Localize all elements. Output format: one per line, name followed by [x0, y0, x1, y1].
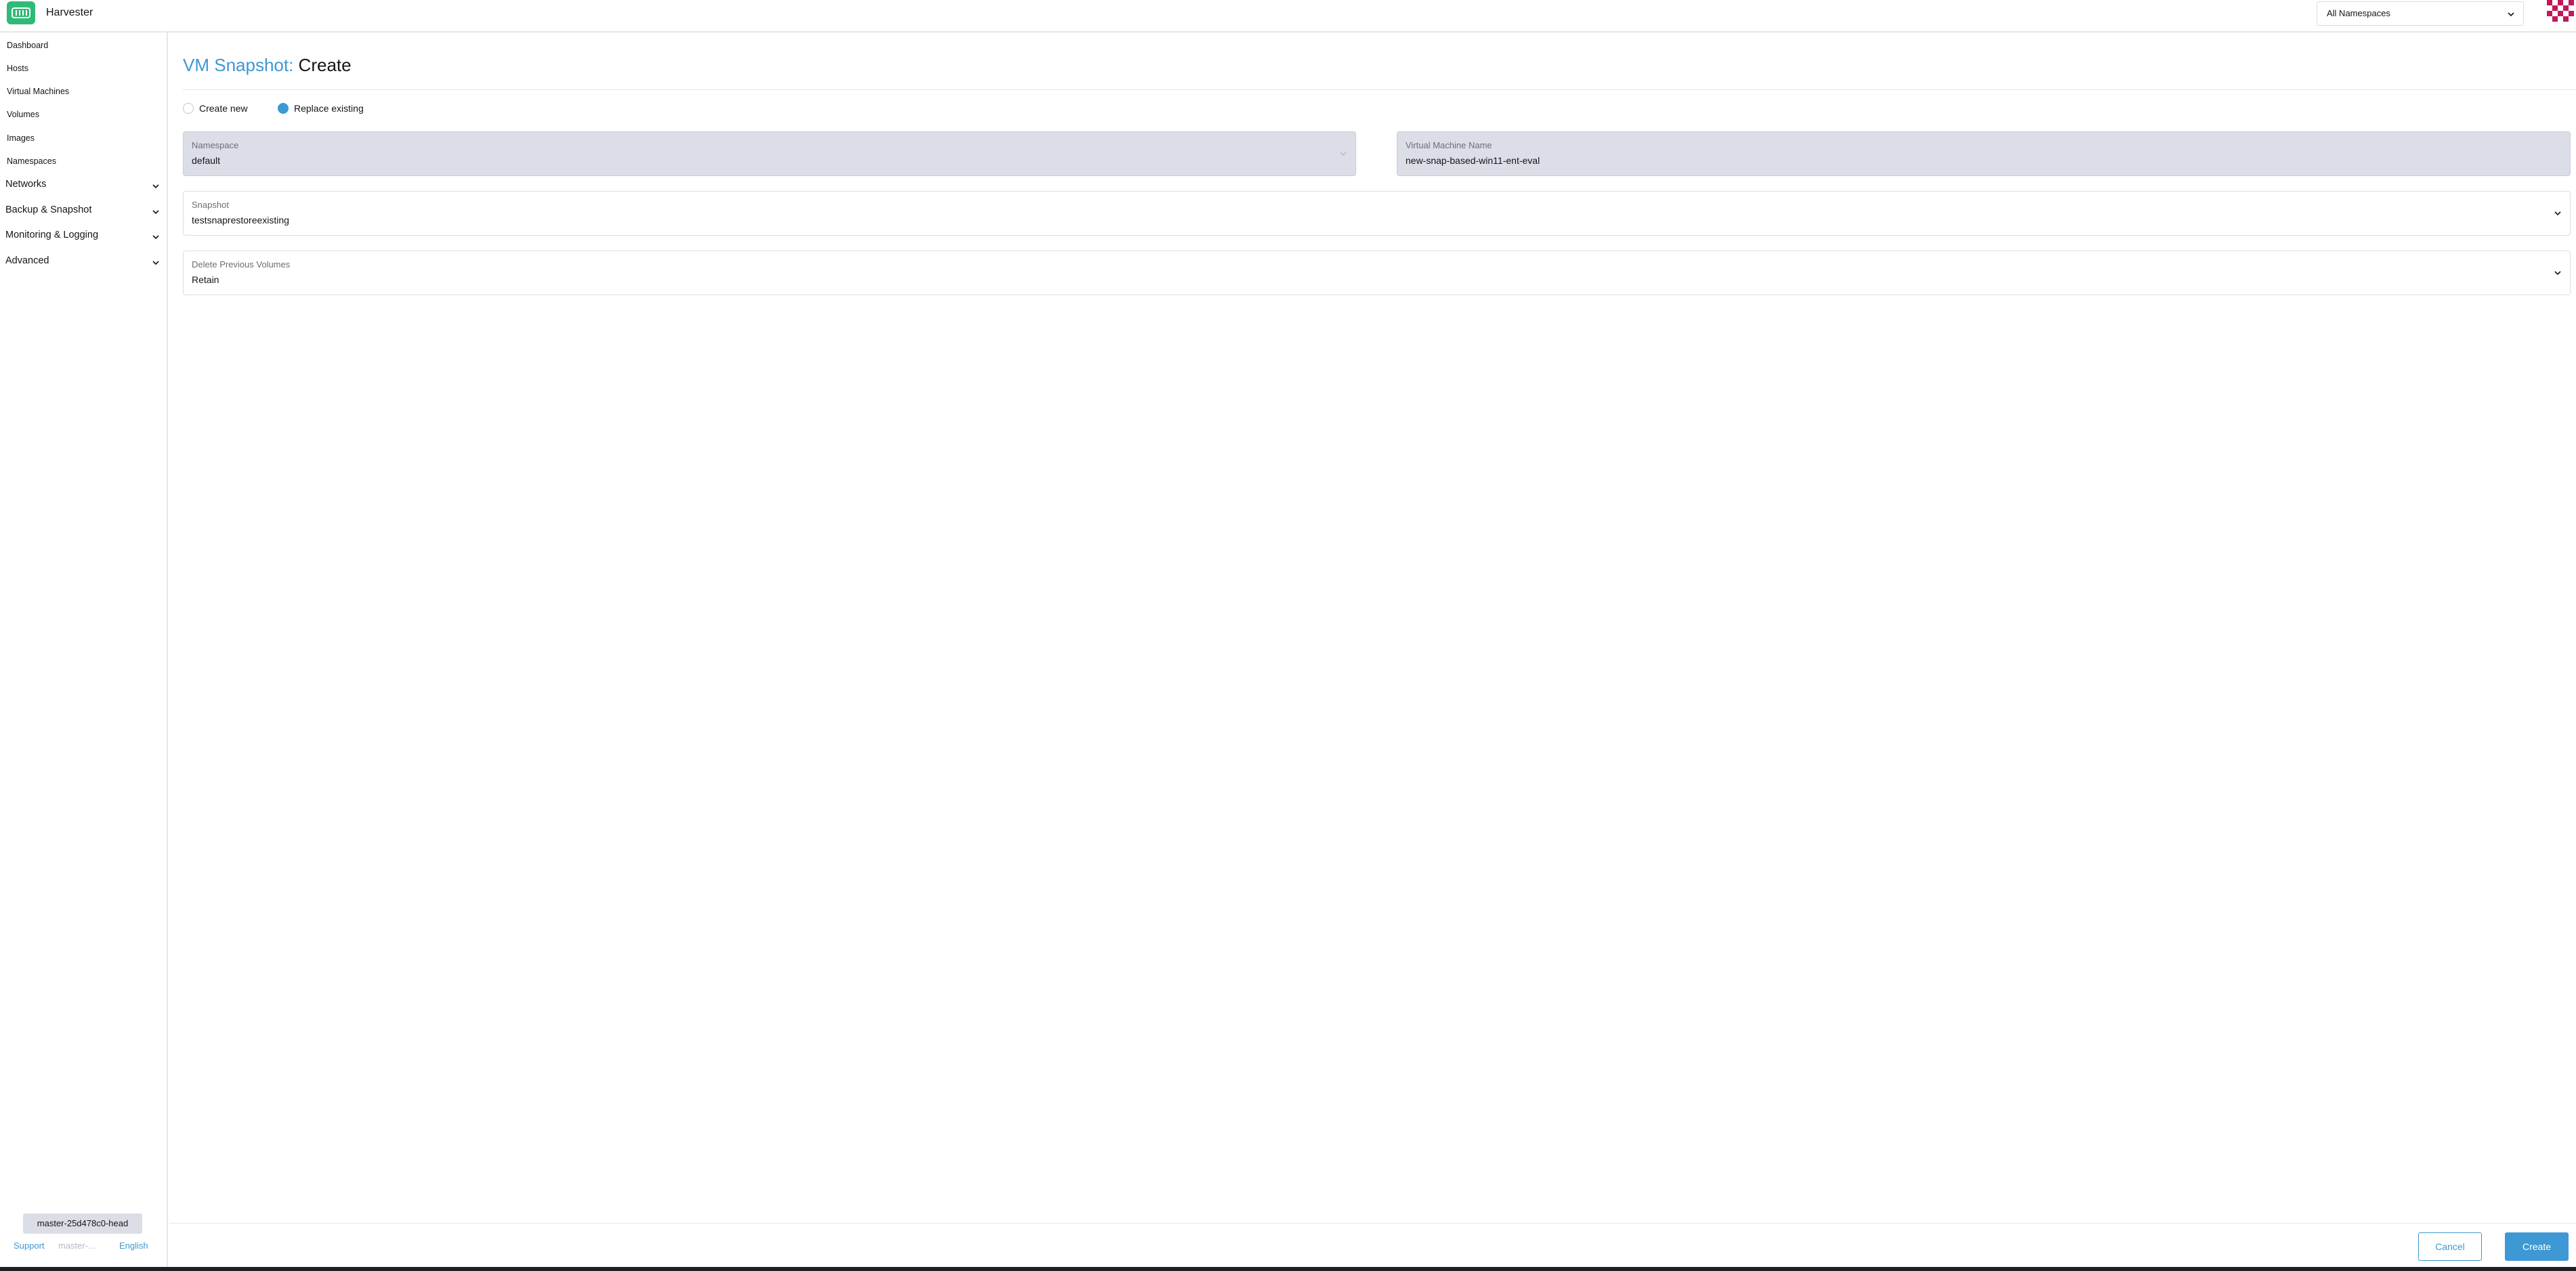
app-title: Harvester — [46, 7, 93, 18]
sidebar-group-label: Networks — [5, 179, 47, 190]
sidebar-item-dashboard[interactable]: Dashboard — [7, 41, 48, 50]
vm-name-field: Virtual Machine Name new-snap-based-win1… — [1397, 131, 2571, 176]
radio-create-new[interactable]: Create new — [183, 102, 248, 115]
delete-previous-volumes-label: Delete Previous Volumes — [192, 259, 291, 270]
namespace-selector-label: All Namespaces — [2327, 8, 2390, 18]
radio-button-selected-icon — [278, 103, 289, 114]
top-header: Harvester All Namespaces — [0, 0, 2576, 33]
page-title: VM Snapshot: Create — [183, 55, 352, 76]
sidebar-item-hosts[interactable]: Hosts — [7, 64, 28, 73]
snapshot-select-label: Snapshot — [192, 200, 229, 210]
version-tag: master-25d478c0-head — [23, 1213, 142, 1234]
sidebar-group-networks[interactable]: Networks — [5, 179, 163, 194]
radio-replace-existing[interactable]: Replace existing — [278, 102, 364, 115]
sidebar-group-backup-snapshot[interactable]: Backup & Snapshot — [5, 204, 163, 219]
chevron-down-icon — [152, 184, 159, 189]
language-link[interactable]: English — [119, 1241, 148, 1251]
cancel-button[interactable]: Cancel — [2418, 1232, 2482, 1261]
radio-create-new-label: Create new — [199, 103, 248, 114]
user-avatar[interactable] — [2544, 0, 2574, 24]
sidebar-item-volumes[interactable]: Volumes — [7, 110, 39, 119]
delete-previous-volumes-select[interactable]: Delete Previous Volumes Retain — [183, 251, 2571, 295]
chevron-down-icon — [2554, 211, 2561, 216]
sidebar-item-virtual-machines[interactable]: Virtual Machines — [7, 87, 69, 96]
sidebar-group-monitoring-logging[interactable]: Monitoring & Logging — [5, 230, 163, 244]
sidebar-group-advanced[interactable]: Advanced — [5, 255, 163, 270]
namespace-field: Namespace default — [183, 131, 1356, 176]
namespace-field-value: default — [192, 155, 221, 166]
harvester-logo-icon — [12, 7, 30, 18]
vm-name-field-label: Virtual Machine Name — [1406, 140, 1492, 150]
footer-divider — [169, 1223, 2576, 1224]
version-short: master-... — [58, 1241, 96, 1251]
radio-replace-existing-label: Replace existing — [294, 103, 364, 114]
chevron-down-icon — [1340, 152, 1347, 156]
harvester-logo[interactable] — [7, 1, 35, 24]
sidebar-item-images[interactable]: Images — [7, 133, 35, 143]
create-button[interactable]: Create — [2505, 1232, 2569, 1261]
snapshot-select-value: testsnaprestoreexisting — [192, 215, 289, 225]
namespace-selector[interactable]: All Namespaces — [2317, 1, 2524, 26]
breadcrumb-vm-snapshot[interactable]: VM Snapshot: — [183, 55, 293, 75]
chevron-down-icon — [2554, 271, 2561, 276]
radio-button-icon — [183, 103, 194, 114]
sidebar-group-label: Backup & Snapshot — [5, 204, 92, 215]
vm-name-field-value: new-snap-based-win11-ent-eval — [1406, 155, 1540, 166]
namespace-field-label: Namespace — [192, 140, 239, 150]
title-divider — [183, 89, 2576, 90]
window-bottom-edge — [0, 1267, 2576, 1271]
support-link[interactable]: Support — [14, 1241, 45, 1251]
page-title-action: Create — [298, 55, 352, 75]
sidebar-group-label: Advanced — [5, 255, 49, 266]
sidebar-group-label: Monitoring & Logging — [5, 230, 99, 240]
snapshot-select[interactable]: Snapshot testsnaprestoreexisting — [183, 191, 2571, 236]
chevron-down-icon — [2508, 12, 2514, 17]
main-content: VM Snapshot: Create Create new Replace e… — [169, 33, 2576, 1271]
chevron-down-icon — [152, 261, 159, 265]
sidebar-item-namespaces[interactable]: Namespaces — [7, 156, 56, 166]
chevron-down-icon — [152, 210, 159, 215]
sidebar: Dashboard Hosts Virtual Machines Volumes… — [0, 33, 168, 1271]
delete-previous-volumes-value: Retain — [192, 274, 219, 285]
chevron-down-icon — [152, 235, 159, 240]
